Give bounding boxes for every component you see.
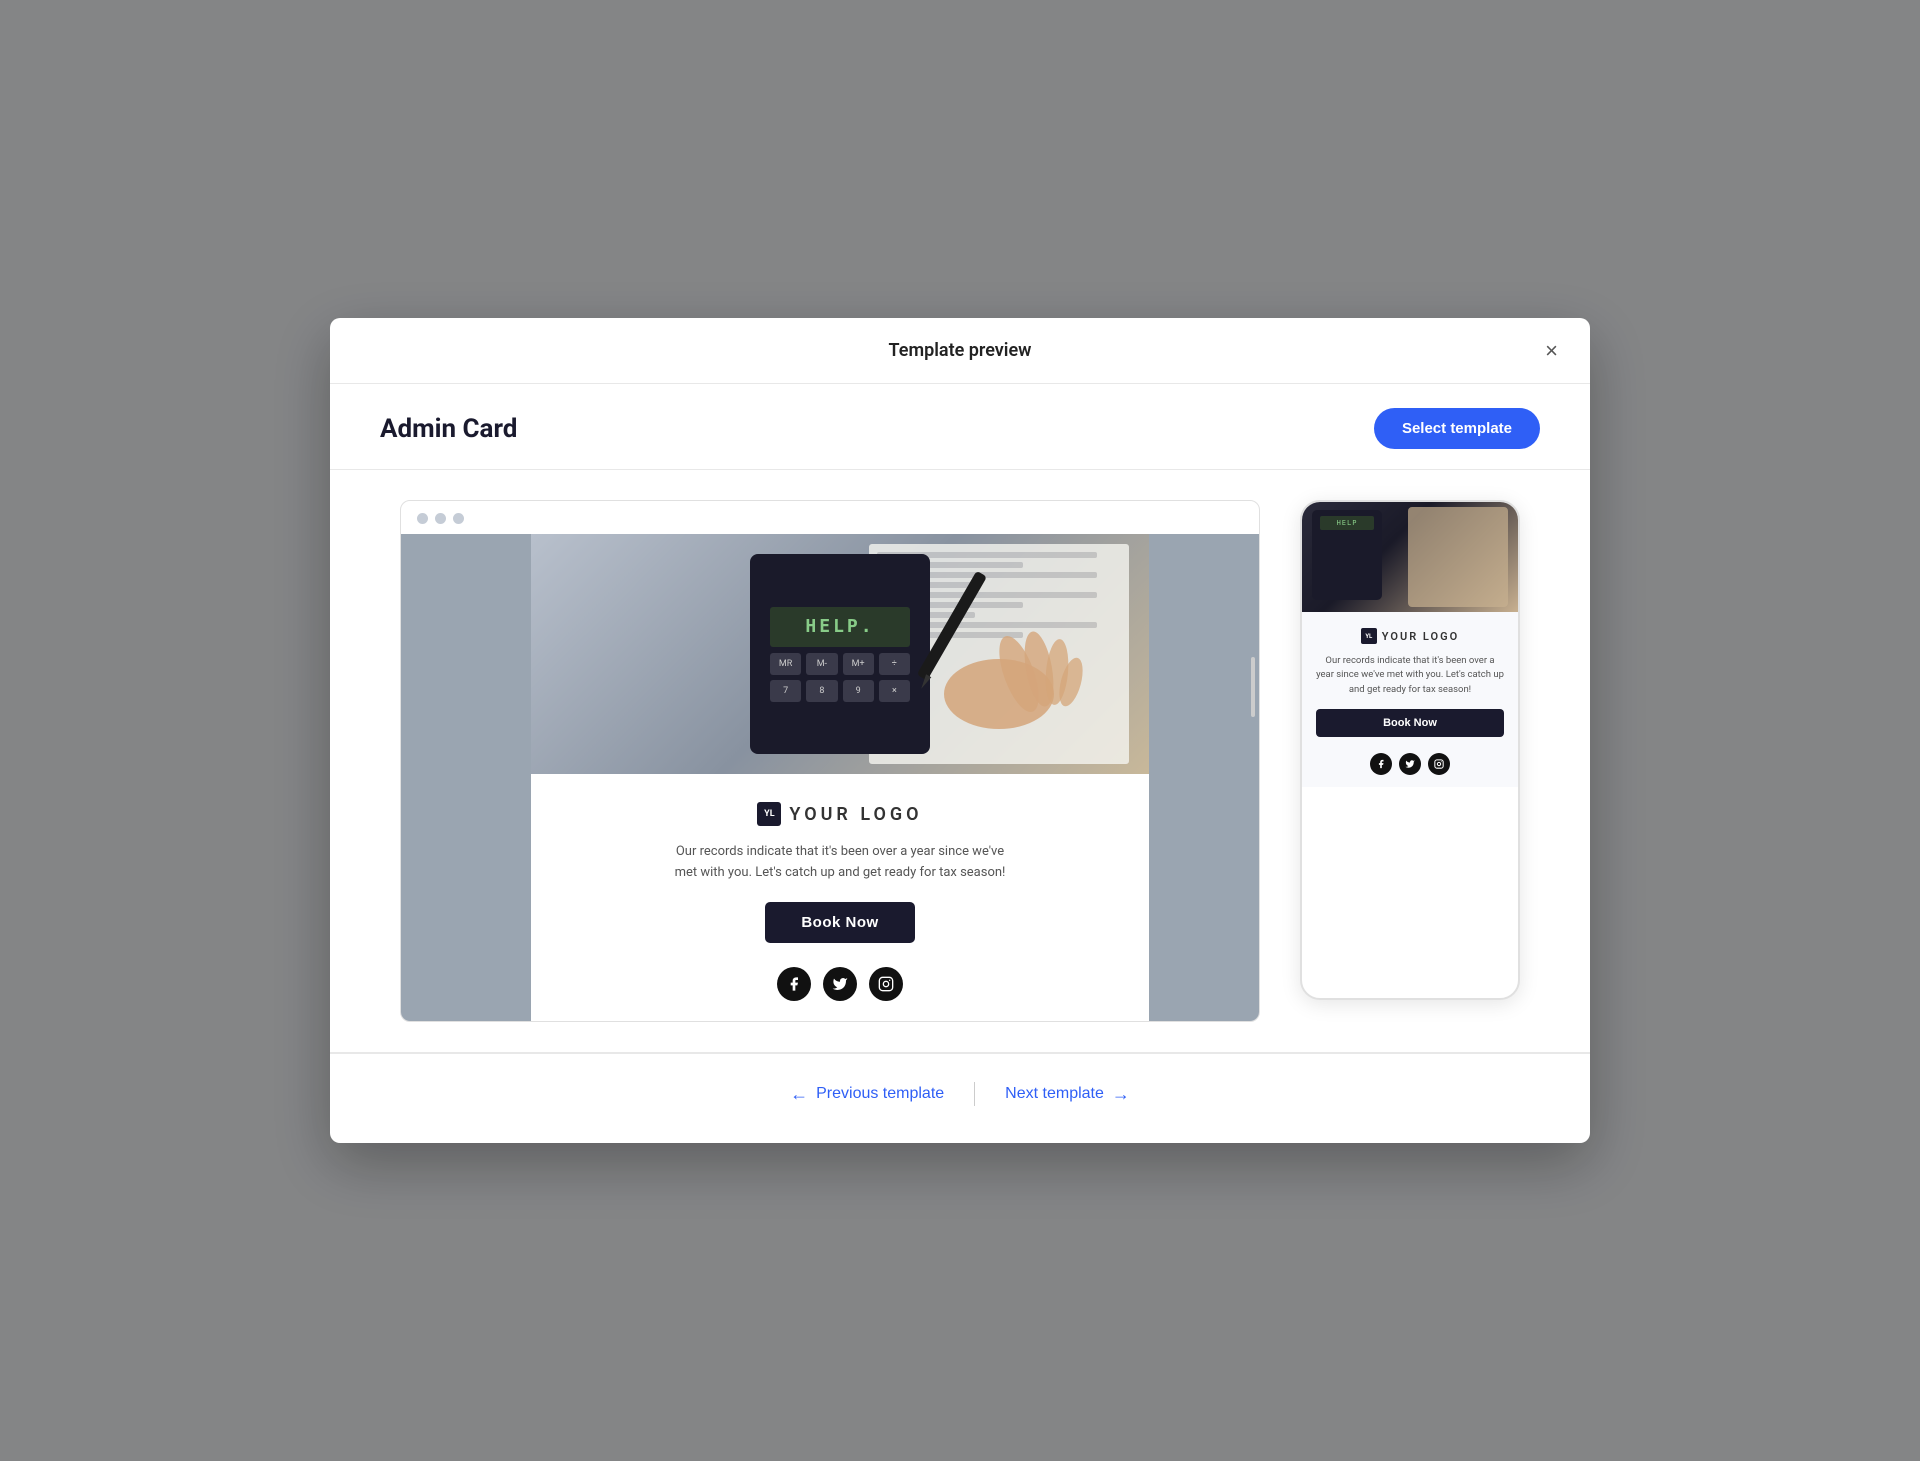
email-main-content: HELP. MR M- M+ ÷ 7 8 9 ×: [531, 534, 1149, 1021]
previous-template-label: Previous template: [816, 1085, 944, 1103]
browser-dot-3: [453, 513, 464, 524]
logo-text: YOUR LOGO: [789, 804, 922, 825]
logo-badge: YL: [757, 802, 781, 826]
browser-dot-2: [435, 513, 446, 524]
modal-title: Template preview: [889, 340, 1032, 361]
mobile-instagram-icon: [1428, 753, 1450, 775]
book-now-button[interactable]: Book Now: [765, 902, 914, 943]
mobile-twitter-icon: [1399, 753, 1421, 775]
previous-template-button[interactable]: ← Previous template: [760, 1074, 974, 1115]
browser-dots-row: [401, 501, 1259, 534]
logo-row: YL YOUR LOGO: [757, 802, 922, 826]
mobile-calculator: HELP: [1312, 510, 1382, 600]
mobile-hero-image: HELP: [1302, 502, 1518, 612]
email-body-text: Our records indicate that it's been over…: [670, 842, 1010, 884]
template-preview-modal: Template preview × Admin Card Select tem…: [330, 318, 1590, 1143]
modal-body: HELP. MR M- M+ ÷ 7 8 9 ×: [330, 470, 1590, 1052]
mobile-email-body: YL YOUR LOGO Our records indicate that i…: [1302, 612, 1518, 787]
calc-key: 8: [806, 680, 837, 702]
mobile-inner: HELP YL YOUR LOGO Our records indicate t…: [1302, 502, 1518, 787]
calc-key: MR: [770, 653, 801, 675]
email-body: YL YOUR LOGO Our records indicate that i…: [531, 774, 1149, 1021]
calc-key: M-: [806, 653, 837, 675]
hero-image: HELP. MR M- M+ ÷ 7 8 9 ×: [531, 534, 1149, 774]
browser-dot-1: [417, 513, 428, 524]
twitter-icon: [823, 967, 857, 1001]
prev-arrow-icon: ←: [790, 1084, 808, 1105]
modal-overlay: Template preview × Admin Card Select tem…: [0, 0, 1920, 1461]
email-layout: HELP. MR M- M+ ÷ 7 8 9 ×: [401, 534, 1259, 1021]
desktop-preview: HELP. MR M- M+ ÷ 7 8 9 ×: [400, 500, 1260, 1022]
modal-header: Template preview ×: [330, 318, 1590, 384]
mobile-social-icons: [1370, 753, 1450, 775]
email-sidebar-right: [1149, 534, 1259, 1021]
template-name-heading: Admin Card: [380, 414, 517, 444]
mobile-logo-badge: YL: [1361, 628, 1377, 644]
next-template-button[interactable]: Next template →: [975, 1074, 1160, 1115]
calc-key: 7: [770, 680, 801, 702]
mobile-preview: HELP YL YOUR LOGO Our records indicate t…: [1300, 500, 1520, 1000]
mobile-calc-display: HELP: [1320, 516, 1374, 530]
facebook-icon: [777, 967, 811, 1001]
email-sidebar-left: [401, 534, 531, 1021]
next-arrow-icon: →: [1112, 1084, 1130, 1105]
scroll-indicator: [1251, 657, 1255, 717]
mobile-logo-text: YOUR LOGO: [1382, 630, 1459, 643]
hand-pen-image: [889, 564, 1089, 734]
calc-key: 9: [843, 680, 874, 702]
modal-footer: ← Previous template Next template →: [330, 1053, 1590, 1143]
mobile-logo-row: YL YOUR LOGO: [1361, 628, 1459, 644]
close-button[interactable]: ×: [1537, 336, 1566, 366]
next-template-label: Next template: [1005, 1085, 1104, 1103]
select-template-button[interactable]: Select template: [1374, 408, 1540, 449]
mobile-facebook-icon: [1370, 753, 1392, 775]
calc-key: M+: [843, 653, 874, 675]
modal-subheader: Admin Card Select template: [330, 384, 1590, 469]
social-icons-row: [777, 967, 903, 1001]
instagram-icon: [869, 967, 903, 1001]
mobile-hero-overlay: [1408, 507, 1508, 607]
mobile-body-text: Our records indicate that it's been over…: [1316, 654, 1504, 697]
mobile-book-now-button[interactable]: Book Now: [1316, 709, 1504, 737]
